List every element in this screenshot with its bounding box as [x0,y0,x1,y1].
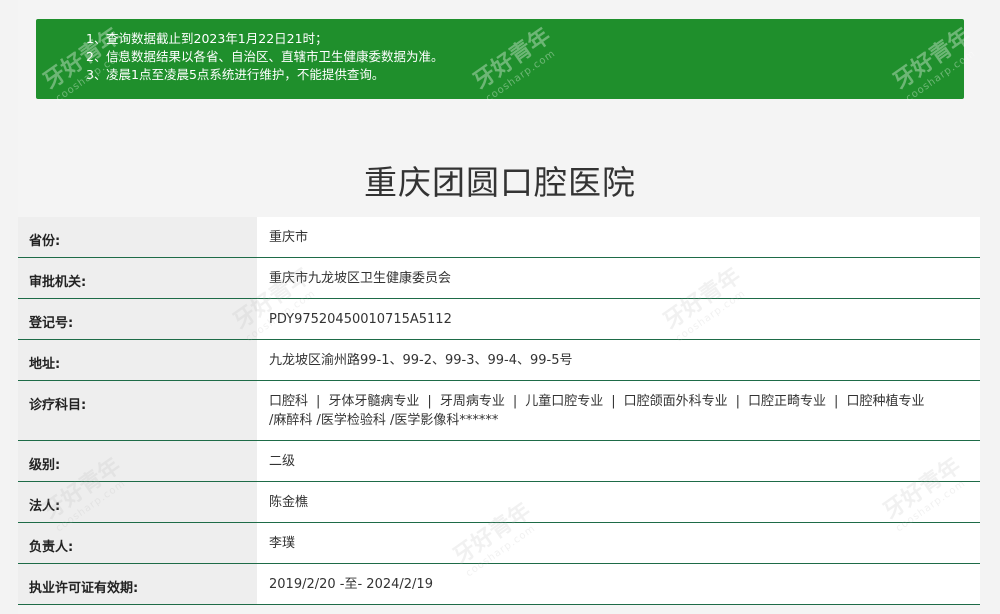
department-separator: | [316,394,321,409]
department-separator: | [611,394,616,409]
province-value: 重庆市 [257,217,980,257]
notice-line-number: 2、 [86,49,107,64]
registration-label: 登记号: [18,299,257,339]
notice-line-text: 信息数据结果以各省、自治区、直辖市卫生健康委数据为准。 [106,49,444,64]
authority-value: 重庆市九龙坡区卫生健康委员会 [257,258,980,298]
notice-line-text: 查询数据截止到2023年1月22日21时； [106,31,328,46]
registration-value: PDY97520450010715A5112 [257,299,980,339]
authority-label: 审批机关: [18,258,257,298]
department-item: 口腔种植专业 [846,394,925,409]
department-item: 牙体牙髓病专业 [328,394,420,409]
info-row-legal-person: 法人: 陈金樵 [18,482,980,523]
province-label: 省份: [18,217,257,257]
notice-line-text: 凌晨1点至凌晨5点系统进行维护，不能提供查询。 [106,67,385,82]
notice-line-3: 3、凌晨1点至凌晨5点系统进行维护，不能提供查询。 [86,66,964,84]
responsible-value: 李璞 [257,523,980,563]
license-validity-label: 执业许可证有效期: [18,564,257,604]
info-row-registration: 登记号: PDY97520450010715A5112 [18,299,980,340]
notice-banner: 1、查询数据截止到2023年1月22日21时； 2、信息数据结果以各省、自治区、… [36,19,964,99]
level-value: 二级 [257,441,980,481]
info-row-province: 省份: 重庆市 [18,217,980,258]
info-row-license-validity: 执业许可证有效期: 2019/2/20 -至- 2024/2/19 [18,564,980,605]
info-row-level: 级别: 二级 [18,441,980,482]
legal-person-label: 法人: [18,482,257,522]
notice-line-1: 1、查询数据截止到2023年1月22日21时； [86,30,964,48]
departments-label: 诊疗科目: [18,381,257,440]
department-separator: | [735,394,741,409]
hospital-info-table: 省份: 重庆市 审批机关: 重庆市九龙坡区卫生健康委员会 登记号: PDY975… [18,217,980,605]
departments-list: 口腔科 | 牙体牙髓病专业 | 牙周病专业 | 儿童口腔专业 | 口腔颌面外科专业 | 口腔正畸专业… [269,392,968,411]
department-item: 儿童口腔专业 [525,394,604,409]
level-label: 级别: [18,441,257,481]
info-row-authority: 审批机关: 重庆市九龙坡区卫生健康委员会 [18,258,980,299]
department-item: 口腔科 [269,394,309,409]
hospital-name-title: 重庆团圆口腔医院 [364,163,636,203]
departments-value: 口腔科 | 牙体牙髓病专业 | 牙周病专业 | 儿童口腔专业 | 口腔颌面外科专业 | 口腔正畸专业… [257,381,980,440]
notice-line-number: 1、 [86,31,107,46]
department-item: 口腔正畸专业 [748,394,827,409]
department-separator: | [834,394,839,409]
department-item: 牙周病专业 [439,394,505,409]
legal-person-value: 陈金樵 [257,482,980,522]
license-validity-value: 2019/2/20 -至- 2024/2/19 [257,564,980,604]
address-value: 九龙坡区渝州路99-1、99-2、99-3、99-4、99-5号 [257,340,980,380]
department-item: 口腔颌面外科专业 [623,394,728,409]
notice-line-number: 3、 [86,67,107,82]
info-row-responsible: 负责人: 李璞 [18,523,980,564]
department-separator: | [427,394,432,409]
info-row-address: 地址: 九龙坡区渝州路99-1、99-2、99-3、99-4、99-5号 [18,340,980,381]
departments-tail: /麻醉科 /医学检验科 /医学影像科****** [269,413,499,428]
responsible-label: 负责人: [18,523,257,563]
department-separator: | [512,394,518,409]
address-label: 地址: [18,340,257,380]
info-row-departments: 诊疗科目: 口腔科 | 牙体牙髓病专业 | 牙周病专业 | 儿童口腔专业 | 口腔颌面外科专业 |… [18,381,980,441]
notice-line-2: 2、信息数据结果以各省、自治区、直辖市卫生健康委数据为准。 [86,48,964,66]
